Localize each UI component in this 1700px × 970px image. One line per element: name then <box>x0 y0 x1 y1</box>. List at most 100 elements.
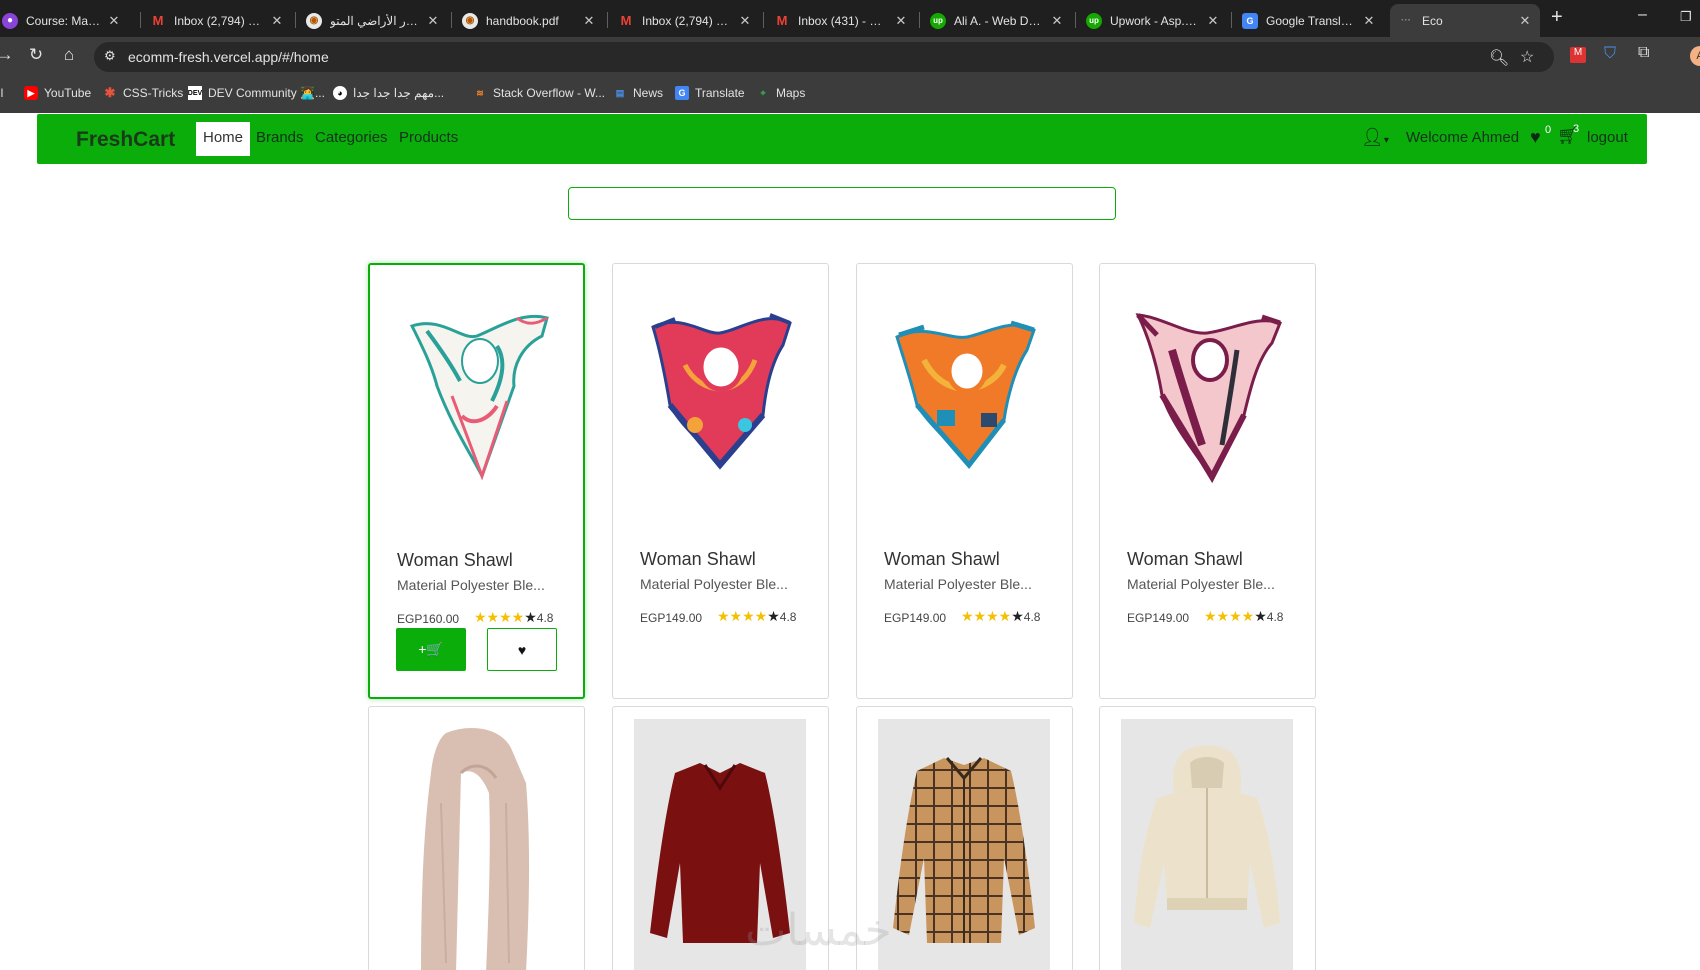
logout-link[interactable]: logout <box>1587 129 1628 146</box>
bookmark-label: YouTube <box>44 86 92 100</box>
course-icon: ● <box>2 12 18 29</box>
product-image[interactable] <box>391 286 563 506</box>
product-card[interactable]: Woman Shawl Material Polyester Ble... EG… <box>368 263 585 699</box>
close-icon[interactable]: ✕ <box>738 13 752 29</box>
extensions-puzzle-icon[interactable]: ⧉ <box>1638 44 1649 62</box>
wishlist-count: 0 <box>1545 124 1552 136</box>
product-rating: ★★★★★4.8 <box>717 608 796 625</box>
product-rating: ★★★★★4.8 <box>474 609 553 626</box>
close-icon[interactable]: ✕ <box>582 13 596 29</box>
browser-tab[interactable]: M Inbox (431) - aliali ✕ <box>766 4 916 37</box>
product-card[interactable]: Woman Shawl Material Polyester Ble... EG… <box>612 263 829 699</box>
nav-link-products[interactable]: Products <box>399 129 458 146</box>
new-tab-icon[interactable]: + <box>1551 6 1563 29</box>
close-icon[interactable]: ✕ <box>1206 13 1220 29</box>
home-icon[interactable]: ⌂ <box>58 45 80 65</box>
product-image[interactable] <box>1121 285 1293 505</box>
product-image[interactable] <box>878 285 1050 505</box>
search-input[interactable] <box>568 187 1116 220</box>
nav-link-brands[interactable]: Brands <box>256 129 304 146</box>
product-description: Material Polyester Ble... <box>640 576 788 592</box>
product-image[interactable] <box>878 719 1050 970</box>
nav-link-home[interactable]: Home <box>196 122 251 156</box>
wishlist-icon[interactable]: ♥ <box>1530 127 1541 148</box>
browser-tab[interactable]: G Google Translate ✕ <box>1234 4 1384 37</box>
user-dropdown[interactable]: 👤︎▾ <box>1361 127 1389 148</box>
product-image[interactable] <box>1121 719 1293 970</box>
bookmark-item[interactable]: ✱ CSS-Tricks <box>103 85 184 100</box>
browser-tab[interactable]: up Ali A. - Web Deve ✕ <box>922 4 1072 37</box>
shield-icon[interactable]: ⛉ <box>1604 45 1616 63</box>
browser-tab[interactable]: M Inbox (2,794) - ali ✕ <box>142 4 292 37</box>
star-icon: ★★★★ <box>961 608 1012 624</box>
minimize-icon[interactable]: – <box>1638 6 1647 24</box>
browser-tab[interactable]: up Upwork - Asp.net ✕ <box>1078 4 1228 37</box>
browser-tab[interactable]: ● Course: Master AS ✕ <box>0 4 129 37</box>
gmail-icon: M <box>152 13 164 28</box>
restore-icon[interactable]: ❐ <box>1680 9 1692 25</box>
product-image[interactable] <box>634 285 806 505</box>
product-card[interactable]: Woman Shawl Material Polyester Ble... EG… <box>856 263 1073 699</box>
bookmark-item[interactable]: ⌖ Maps <box>756 86 805 100</box>
bookmark-star-icon[interactable]: ☆ <box>1520 47 1534 67</box>
close-icon[interactable]: ✕ <box>1362 13 1376 29</box>
browser-tab-strip: ● Course: Master AS ✕ M Inbox (2,794) - … <box>0 0 1700 37</box>
browser-tab[interactable]: ◉ محور الأراضي المتو ✕ <box>298 4 448 37</box>
close-icon[interactable]: ✕ <box>107 13 121 29</box>
browser-tab[interactable]: M Inbox (2,794) - ali ✕ <box>610 4 760 37</box>
bookmark-item[interactable]: ▤ News <box>613 86 663 100</box>
bookmark-label: il <box>0 86 4 100</box>
product-card[interactable]: Woman Shawl Material Polyester Ble... EG… <box>1099 263 1316 699</box>
product-price: EGP160.00 <box>397 612 460 626</box>
product-rating: ★★★★★4.8 <box>1204 608 1283 625</box>
tab-title: Upwork - Asp.net <box>1110 13 1200 28</box>
product-card[interactable] <box>1099 706 1316 970</box>
forward-icon[interactable]: → <box>0 45 16 65</box>
bookmark-item[interactable]: DEV DEV Community 👩‍💻... <box>188 86 325 100</box>
tab-title: Course: Master AS <box>26 13 101 28</box>
gmail-icon: M <box>776 13 788 28</box>
plaid-shirt-image <box>893 757 1035 943</box>
close-icon[interactable]: ✕ <box>894 13 908 29</box>
bookmark-item[interactable]: il <box>0 86 3 100</box>
bookmark-item[interactable]: ◕ مهم جدا جدا جدا... <box>333 86 444 100</box>
translate-icon: G <box>1242 12 1258 29</box>
bookmark-label: DEV Community 👩‍💻... <box>208 86 325 100</box>
shawl-image <box>895 320 1036 469</box>
site-info-icon[interactable]: ⚙ <box>104 48 116 64</box>
bookmark-label: Stack Overflow - W... <box>493 86 606 100</box>
close-icon[interactable]: ✕ <box>1050 13 1064 29</box>
product-title[interactable]: Woman Shawl <box>640 549 756 570</box>
brand-logo[interactable]: FreshCart <box>76 128 175 152</box>
close-icon[interactable]: ✕ <box>270 13 284 29</box>
bookmark-item[interactable]: G Translate <box>675 86 745 100</box>
tab-title: Google Translate <box>1266 13 1356 28</box>
bookmark-item[interactable]: ▶ YouTube <box>24 86 91 100</box>
zoom-icon[interactable]: 🔍︎ <box>1489 48 1509 68</box>
url-text[interactable]: ecomm-fresh.vercel.app/#/home <box>128 49 329 65</box>
add-to-cart-button[interactable]: +🛒 <box>396 628 466 671</box>
profile-avatar[interactable]: A <box>1690 46 1700 66</box>
product-rating: ★★★★★4.8 <box>961 608 1040 625</box>
star-icon: ★ <box>1011 608 1024 624</box>
star-icon: ★★★★ <box>717 608 768 624</box>
rating-value: 4.8 <box>536 611 554 625</box>
product-card[interactable] <box>368 706 585 970</box>
close-icon[interactable]: ✕ <box>426 13 440 29</box>
close-icon[interactable]: ✕ <box>1518 13 1532 29</box>
blank-icon: ··· <box>1401 15 1411 26</box>
reload-icon[interactable]: ↻ <box>25 45 47 65</box>
product-image[interactable] <box>390 719 562 970</box>
bookmark-label: CSS-Tricks <box>123 86 184 100</box>
browser-tab-active[interactable]: ··· Eco ✕ <box>1390 4 1540 37</box>
product-description: Material Polyester Ble... <box>397 577 545 593</box>
bookmark-item[interactable]: ≋ Stack Overflow - W... <box>473 86 605 100</box>
product-title[interactable]: Woman Shawl <box>1127 549 1243 570</box>
browser-tab[interactable]: ◉ handbook.pdf ✕ <box>454 4 604 37</box>
product-title[interactable]: Woman Shawl <box>884 549 1000 570</box>
address-bar[interactable]: ⚙ ecomm-fresh.vercel.app/#/home 🔍︎ ☆ <box>94 42 1554 72</box>
add-to-wishlist-button[interactable]: ♥ <box>487 628 557 671</box>
nav-link-categories[interactable]: Categories <box>315 129 388 146</box>
extension-icon[interactable]: M <box>1570 47 1586 63</box>
product-title[interactable]: Woman Shawl <box>397 550 513 571</box>
